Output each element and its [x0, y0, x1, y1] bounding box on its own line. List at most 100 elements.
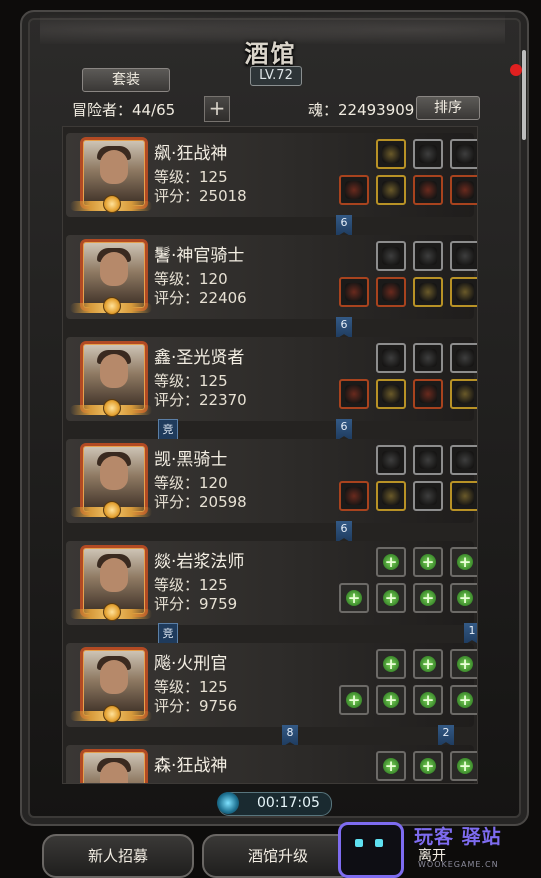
- soul-count: 魂：22493909: [308, 101, 415, 119]
- hero-card[interactable]: 鬐·神官骑士 等级：120 评分：22406 6: [66, 235, 477, 339]
- plus-sign-icon: +: [458, 691, 472, 709]
- hero-name: 燚·岩浆法师: [154, 552, 245, 572]
- add-slot-icon[interactable]: +: [450, 751, 477, 781]
- hero-face: [100, 660, 128, 694]
- timer: 00:17:05: [217, 792, 332, 816]
- add-slot-icon[interactable]: +: [376, 649, 406, 679]
- belt-icon[interactable]: [413, 175, 443, 205]
- potion-icon[interactable]: [450, 175, 477, 205]
- rose-icon[interactable]: [376, 445, 406, 475]
- notification-dot: [510, 64, 522, 76]
- add-slot-icon[interactable]: +: [339, 685, 369, 715]
- add-slot-icon[interactable]: +: [376, 751, 406, 781]
- hero-card[interactable]: 觊·黑骑士 等级：120 评分：20598 6: [66, 439, 477, 543]
- amulet-icon[interactable]: [413, 277, 443, 307]
- add-slot-icon[interactable]: +: [450, 649, 477, 679]
- hero-name: 鑫·圣光贤者: [154, 348, 245, 368]
- add-slot-icon[interactable]: +: [413, 583, 443, 613]
- feather-icon[interactable]: [413, 139, 443, 169]
- dagger-icon-art: [456, 145, 474, 163]
- rank-ribbon: 6: [336, 521, 352, 543]
- hero-name: 飙·狂战神: [154, 144, 228, 164]
- wand-icon-art: [456, 385, 474, 403]
- shield-icon[interactable]: [450, 481, 477, 511]
- spear-icon[interactable]: [339, 481, 369, 511]
- hero-score: 评分：9756: [154, 697, 238, 715]
- bottle-icon[interactable]: [413, 481, 443, 511]
- gem-icon[interactable]: [413, 241, 443, 271]
- hero-list[interactable]: 飙·狂战神 等级：125 评分：25018 6 鬐·神官骑士 等级：120 评分：22406…: [62, 126, 478, 784]
- rank-ribbon: 8: [282, 725, 298, 747]
- medal-icon: [103, 603, 121, 621]
- belt-icon-art: [419, 181, 437, 199]
- add-slot-icon[interactable]: +: [450, 547, 477, 577]
- plus-sign-icon: +: [458, 757, 472, 775]
- crystal-icon[interactable]: [413, 343, 443, 373]
- hero-score: 评分：22406: [154, 289, 247, 307]
- robe-icon[interactable]: [376, 379, 406, 409]
- add-slot-icon[interactable]: +: [376, 583, 406, 613]
- dagger-icon[interactable]: [450, 139, 477, 169]
- staff-icon[interactable]: [450, 343, 477, 373]
- plus-sign-icon: +: [421, 691, 435, 709]
- arena-badge: 竞: [158, 623, 178, 645]
- plus-sign-icon: +: [458, 553, 472, 571]
- orb-icon[interactable]: [376, 241, 406, 271]
- plus-sign-icon: +: [384, 553, 398, 571]
- scrollbar[interactable]: [522, 50, 526, 140]
- sort-button[interactable]: 排序: [416, 96, 480, 120]
- chain-icon[interactable]: [450, 445, 477, 475]
- add-slot-button[interactable]: +: [204, 96, 230, 122]
- hero-score: 评分：9759: [154, 595, 238, 613]
- rank-ribbon: 1: [464, 623, 477, 645]
- add-slot-icon[interactable]: +: [450, 685, 477, 715]
- gem-green-icon[interactable]: [450, 241, 477, 271]
- hero-card[interactable]: 飙·狂战神 等级：125 评分：25018 6: [66, 133, 477, 237]
- add-slot-icon[interactable]: +: [413, 685, 443, 715]
- hero-level: 等级：125: [154, 678, 228, 696]
- helmet-icon[interactable]: [376, 175, 406, 205]
- medal-icon: [103, 501, 121, 519]
- upgrade-tavern-button[interactable]: 酒馆升级: [202, 834, 354, 878]
- add-slot-icon[interactable]: +: [413, 547, 443, 577]
- rank-ribbon: 6: [336, 419, 352, 441]
- hero-portrait[interactable]: [80, 749, 148, 783]
- cross-icon-art: [382, 349, 400, 367]
- armor-dark-icon-art: [382, 487, 400, 505]
- armor-dark-icon[interactable]: [376, 481, 406, 511]
- hero-card[interactable]: 森·狂战神 + + +: [66, 745, 477, 783]
- add-slot-icon[interactable]: +: [376, 547, 406, 577]
- add-slot-icon[interactable]: +: [413, 649, 443, 679]
- leave-button[interactable]: 离开: [418, 845, 446, 865]
- tavern-level-badge: LV.72: [250, 66, 302, 86]
- vial-icon[interactable]: [413, 379, 443, 409]
- hero-card[interactable]: 鑫·圣光贤者 等级：125 评分：22370 6 竞: [66, 337, 477, 441]
- hero-score: 评分：22370: [154, 391, 247, 409]
- medal-icon: [103, 297, 121, 315]
- hero-card[interactable]: 燚·岩浆法师 等级：125 评分：9759 + + + + + + +1 竞: [66, 541, 477, 645]
- outfit-button[interactable]: 套装: [82, 68, 170, 92]
- axe-icon[interactable]: [339, 175, 369, 205]
- armor-icon[interactable]: [376, 277, 406, 307]
- adventurer-count: 冒险者：44/65: [72, 101, 176, 119]
- arena-badge: 竞: [158, 419, 178, 441]
- potion-icon-art: [456, 181, 474, 199]
- recruit-button[interactable]: 新人招募: [42, 834, 194, 878]
- timer-value: 00:17:05: [257, 795, 320, 811]
- hero-level: 等级：125: [154, 576, 228, 594]
- hero-card[interactable]: 飚·火刑官 等级：125 评分：9756 + + + + + + +8 2: [66, 643, 477, 747]
- add-slot-icon[interactable]: +: [450, 583, 477, 613]
- hammer-icon[interactable]: [339, 277, 369, 307]
- sword-icon[interactable]: [339, 379, 369, 409]
- wand-icon[interactable]: [450, 379, 477, 409]
- blade-icon[interactable]: [413, 445, 443, 475]
- hero-level: 等级：120: [154, 270, 228, 288]
- feather-icon-art: [419, 145, 437, 163]
- ring-icon[interactable]: [376, 139, 406, 169]
- add-slot-icon[interactable]: +: [376, 685, 406, 715]
- orb-blue-icon[interactable]: [450, 277, 477, 307]
- add-slot-icon[interactable]: +: [339, 583, 369, 613]
- cross-icon[interactable]: [376, 343, 406, 373]
- add-slot-icon[interactable]: +: [413, 751, 443, 781]
- plus-sign-icon: +: [384, 589, 398, 607]
